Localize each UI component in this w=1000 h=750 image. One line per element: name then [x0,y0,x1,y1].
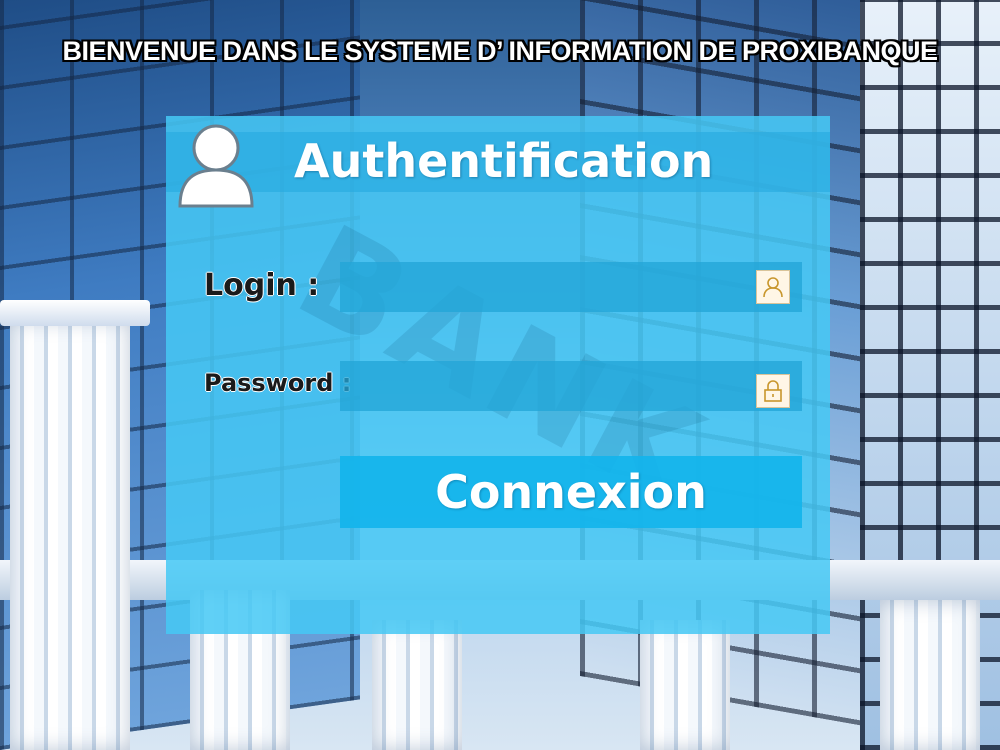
user-icon [756,270,790,304]
column-capital [0,300,150,326]
column [640,620,730,750]
column [10,320,130,750]
password-input[interactable] [340,361,802,411]
login-label: Login : [204,268,320,303]
lock-icon [756,374,790,408]
authentication-panel: BANK Authentification Login : Password :… [166,116,830,634]
column [880,600,980,750]
connexion-button[interactable]: Connexion [340,456,802,528]
lock-icon-glyph [764,380,782,402]
user-avatar-icon [178,124,254,208]
auth-title: Authentification [294,134,714,188]
user-icon-glyph [763,277,783,298]
page-title: BIENVENUE DANS LE SYSTEME D’ INFORMATION… [62,36,938,66]
password-label: Password : [204,369,352,397]
column [372,620,462,750]
login-input[interactable] [340,262,802,312]
panel-header: Authentification [166,116,830,208]
